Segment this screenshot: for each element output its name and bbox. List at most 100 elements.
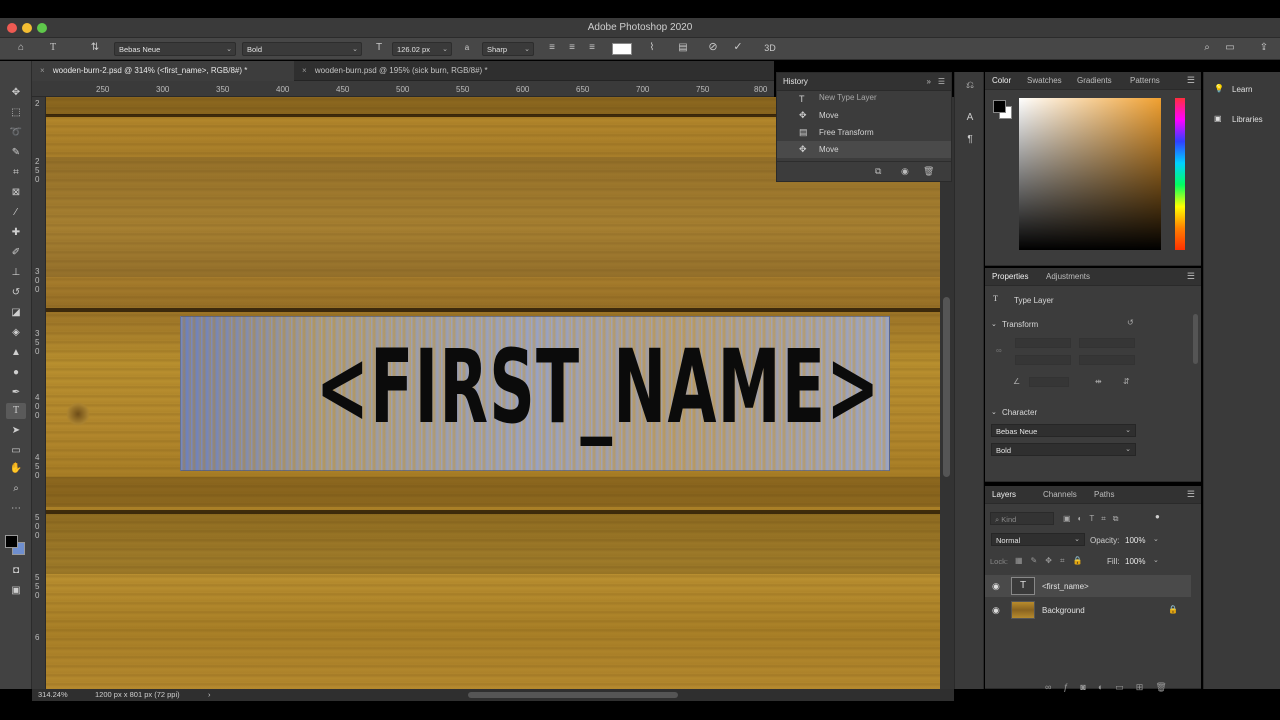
home-icon[interactable]: ⌂ <box>14 42 28 54</box>
anti-alias-select[interactable]: Sharp ⌄ <box>482 42 534 56</box>
eye-icon[interactable]: ◉ <box>992 605 1000 616</box>
tab-paths[interactable]: Paths <box>1094 490 1114 499</box>
angle-field[interactable] <box>1029 377 1069 387</box>
chevron-down-icon[interactable]: ⌄ <box>991 320 997 328</box>
height-field[interactable] <box>1015 355 1071 365</box>
collapse-icon[interactable]: » <box>927 77 931 86</box>
tab-properties[interactable]: Properties <box>992 272 1028 281</box>
scroll-thumb[interactable] <box>943 297 950 477</box>
text-color-swatch[interactable] <box>612 43 632 55</box>
brush-tool-icon[interactable]: ✐ <box>6 245 26 261</box>
flip-vertical-icon[interactable]: ⇵ <box>1123 377 1130 386</box>
panel-menu-icon[interactable]: ☰ <box>938 77 945 86</box>
layer-name[interactable]: <first_name> <box>1042 582 1089 591</box>
font-family-select[interactable]: Bebas Neue ⌄ <box>114 42 236 56</box>
history-item[interactable]: T New Type Layer <box>777 91 951 107</box>
eye-icon[interactable]: ◉ <box>992 581 1000 592</box>
tab-wooden-burn[interactable]: × wooden-burn.psd @ 195% (sick burn, RGB… <box>294 61 544 81</box>
filter-toggle-icon[interactable]: ● <box>1155 512 1160 521</box>
more-tools-icon[interactable]: ⋯ <box>6 501 26 517</box>
eraser-tool-icon[interactable]: ◪ <box>6 305 26 321</box>
stamp-tool-icon[interactable]: ⊥ <box>6 265 26 281</box>
blend-mode-select[interactable]: Normal ⌄ <box>991 533 1085 546</box>
font-style-select[interactable]: Bold ⌄ <box>242 42 362 56</box>
close-icon[interactable]: × <box>302 66 307 75</box>
tab-channels[interactable]: Channels <box>1043 490 1077 499</box>
align-right-icon[interactable]: ≡ <box>585 42 599 54</box>
layer-action-icons[interactable]: ∞ƒ◙◐▭⊞🗑 <box>1045 682 1179 693</box>
x-field[interactable] <box>1079 338 1135 348</box>
zoom-tool-icon[interactable]: ⌕ <box>6 481 26 497</box>
flip-horizontal-icon[interactable]: ⇹ <box>1095 377 1102 386</box>
panel-menu-icon[interactable]: ☰ <box>1187 489 1195 500</box>
share-icon[interactable]: ⇪ <box>1257 42 1271 54</box>
history-panel-icon[interactable]: ⎌ <box>963 80 977 92</box>
opacity-value[interactable]: 100% <box>1125 536 1145 545</box>
screen-mode-icon[interactable]: ▣ <box>6 583 26 599</box>
layer-name[interactable]: Background <box>1042 606 1085 615</box>
tab-swatches[interactable]: Swatches <box>1027 76 1062 85</box>
search-icon[interactable]: ⌕ <box>1200 42 1214 54</box>
text-layer-first-name[interactable]: <FIRST_NAME> <box>180 316 890 471</box>
character-icon[interactable]: A <box>963 112 977 124</box>
close-icon[interactable]: × <box>40 66 45 75</box>
reset-transform-icon[interactable]: ↺ <box>1127 318 1134 327</box>
panel-menu-icon[interactable]: ☰ <box>1187 75 1195 86</box>
layer-row-background[interactable]: ◉ Background 🔒 <box>985 599 1191 621</box>
marquee-tool-icon[interactable]: ⬚ <box>6 105 26 121</box>
learn-tab[interactable]: Learn <box>1232 85 1252 94</box>
paragraph-icon[interactable]: ¶ <box>963 134 977 146</box>
workspace-icon[interactable]: ▭ <box>1223 42 1237 54</box>
eyedropper-tool-icon[interactable]: ⁄ <box>6 205 26 221</box>
path-select-icon[interactable]: ➤ <box>6 423 26 439</box>
tab-gradients[interactable]: Gradients <box>1077 76 1112 85</box>
width-field[interactable] <box>1015 338 1071 348</box>
y-field[interactable] <box>1079 355 1135 365</box>
pen-tool-icon[interactable]: ✒ <box>6 385 26 401</box>
link-icon[interactable]: ∞ <box>996 346 1002 355</box>
type-tool-icon[interactable]: T <box>46 42 60 54</box>
tab-wooden-burn-2[interactable]: × wooden-burn-2.psd @ 314% (<first_name>… <box>32 61 294 81</box>
hue-slider[interactable] <box>1175 98 1185 250</box>
history-item[interactable]: ▤ Free Transform <box>777 124 951 141</box>
vertical-scrollbar[interactable] <box>940 97 954 689</box>
snapshot-icon[interactable]: ◉ <box>901 166 909 177</box>
cancel-icon[interactable]: ⊘ <box>706 41 720 53</box>
libraries-tab[interactable]: Libraries <box>1232 115 1263 124</box>
blur-tool-icon[interactable]: ▲ <box>6 345 26 361</box>
crop-tool-icon[interactable]: ⌗ <box>6 165 26 181</box>
status-menu-arrow[interactable]: › <box>208 690 211 699</box>
tab-color[interactable]: Color <box>992 76 1011 85</box>
tab-patterns[interactable]: Patterns <box>1130 76 1160 85</box>
horizontal-scroll-thumb[interactable] <box>468 692 678 698</box>
quick-mask-icon[interactable]: ◘ <box>6 563 26 579</box>
lasso-tool-icon[interactable]: ➰ <box>6 125 26 141</box>
document-canvas[interactable]: <FIRST_NAME> <box>46 97 940 689</box>
3d-icon[interactable]: 3D <box>761 42 779 54</box>
layer-filter-icons[interactable]: ▣◐T⌗⧉ <box>1063 514 1126 524</box>
frame-tool-icon[interactable]: ⊠ <box>6 185 26 201</box>
align-left-icon[interactable]: ≡ <box>545 42 559 54</box>
color-picker-field[interactable] <box>1019 98 1161 250</box>
tab-layers[interactable]: Layers <box>992 490 1016 499</box>
healing-tool-icon[interactable]: ✚ <box>6 225 26 241</box>
trash-icon[interactable]: 🗑 <box>923 166 934 177</box>
warp-text-icon[interactable]: ⌇ <box>645 42 659 54</box>
hand-tool-icon[interactable]: ✋ <box>6 461 26 477</box>
zoom-level[interactable]: 314.24% <box>38 690 68 699</box>
layer-filter-kind[interactable]: ⌕ Kind <box>990 512 1054 525</box>
chevron-down-icon[interactable]: ⌄ <box>1153 556 1159 564</box>
font-family-dropdown[interactable]: Bebas Neue ⌄ <box>991 424 1136 437</box>
character-panel-icon[interactable]: ▤ <box>676 42 690 54</box>
text-orientation-icon[interactable]: ⇅ <box>88 42 102 54</box>
properties-scrollbar[interactable] <box>1193 314 1198 364</box>
commit-icon[interactable]: ✓ <box>731 41 745 53</box>
panel-menu-icon[interactable]: ☰ <box>1187 271 1195 282</box>
move-tool-icon[interactable]: ✥ <box>6 85 26 101</box>
chevron-down-icon[interactable]: ⌄ <box>1153 535 1159 543</box>
fill-value[interactable]: 100% <box>1125 557 1145 566</box>
type-tool-icon[interactable]: T <box>6 403 26 419</box>
foreground-swatch[interactable] <box>993 100 1006 113</box>
bucket-tool-icon[interactable]: ◈ <box>6 325 26 341</box>
lock-option-icons[interactable]: ▦✎✥⌗🔒 <box>1015 556 1090 566</box>
